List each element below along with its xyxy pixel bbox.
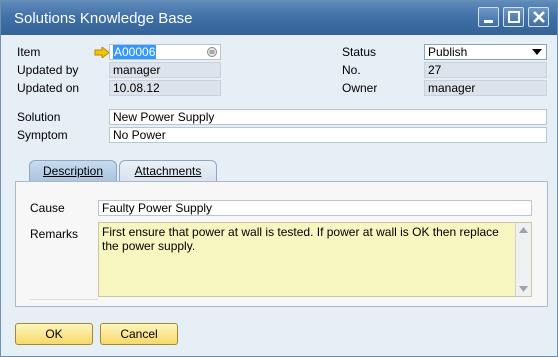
item-value: A00006 bbox=[113, 45, 157, 59]
tab-attachments[interactable]: Attachments bbox=[119, 160, 217, 182]
remarks-textarea[interactable]: First ensure that power at wall is teste… bbox=[98, 222, 532, 297]
updated-on-label: Updated on bbox=[17, 81, 80, 95]
owner-value: manager bbox=[428, 81, 476, 95]
remarks-scrollbar[interactable] bbox=[515, 223, 531, 296]
maximize-button[interactable] bbox=[503, 7, 524, 27]
divider bbox=[30, 299, 98, 300]
status-select[interactable]: Publish bbox=[424, 44, 547, 60]
no-value: 27 bbox=[428, 63, 442, 77]
tab-description[interactable]: Description bbox=[29, 160, 117, 182]
tab-description-label: Description bbox=[42, 164, 104, 178]
link-arrow-icon[interactable] bbox=[94, 47, 110, 58]
solutions-knowledge-base-window: Solutions Knowledge Base Item A00006 Upd… bbox=[0, 0, 558, 357]
close-icon bbox=[533, 11, 545, 23]
cancel-button[interactable]: Cancel bbox=[100, 323, 178, 345]
item-field[interactable]: A00006 bbox=[109, 44, 221, 60]
cancel-label: Cancel bbox=[120, 327, 158, 341]
no-label: No. bbox=[342, 63, 361, 77]
updated-by-value: manager bbox=[113, 63, 161, 77]
symptom-field[interactable]: No Power bbox=[109, 127, 547, 143]
remarks-label: Remarks bbox=[30, 227, 79, 241]
chevron-down-icon bbox=[532, 49, 542, 55]
updated-on-field: 10.08.12 bbox=[109, 80, 221, 96]
no-field: 27 bbox=[424, 62, 547, 78]
updated-by-label: Updated by bbox=[17, 63, 79, 77]
minimize-icon bbox=[484, 20, 493, 23]
item-label: Item bbox=[17, 45, 41, 59]
owner-label: Owner bbox=[342, 81, 378, 95]
tab-attachments-label: Attachments bbox=[134, 164, 202, 178]
status-label: Status bbox=[342, 45, 377, 59]
cause-label: Cause bbox=[30, 201, 65, 215]
updated-on-value: 10.08.12 bbox=[113, 81, 160, 95]
description-panel: Cause Faulty Power Supply Remarks First … bbox=[15, 181, 548, 307]
owner-field: manager bbox=[424, 80, 547, 96]
close-button[interactable] bbox=[528, 7, 549, 27]
remarks-value: First ensure that power at wall is teste… bbox=[102, 225, 499, 253]
ok-button[interactable]: OK bbox=[15, 323, 93, 345]
cause-value: Faulty Power Supply bbox=[102, 201, 213, 215]
solution-value: New Power Supply bbox=[113, 110, 215, 124]
scroll-down-icon[interactable] bbox=[519, 286, 528, 292]
cause-field[interactable]: Faulty Power Supply bbox=[98, 200, 532, 216]
symptom-value: No Power bbox=[113, 128, 166, 142]
window-title: Solutions Knowledge Base bbox=[14, 10, 193, 27]
solution-label: Solution bbox=[17, 110, 61, 124]
title-bar[interactable]: Solutions Knowledge Base bbox=[1, 1, 557, 35]
maximize-icon bbox=[508, 11, 520, 23]
status-value: Publish bbox=[428, 45, 468, 59]
scroll-up-icon[interactable] bbox=[519, 227, 528, 233]
symptom-label: Symptom bbox=[17, 128, 68, 142]
solution-field[interactable]: New Power Supply bbox=[109, 109, 547, 125]
minimize-button[interactable] bbox=[478, 7, 499, 27]
ok-label: OK bbox=[45, 327, 63, 341]
lookup-icon[interactable] bbox=[206, 46, 218, 58]
updated-by-field: manager bbox=[109, 62, 221, 78]
